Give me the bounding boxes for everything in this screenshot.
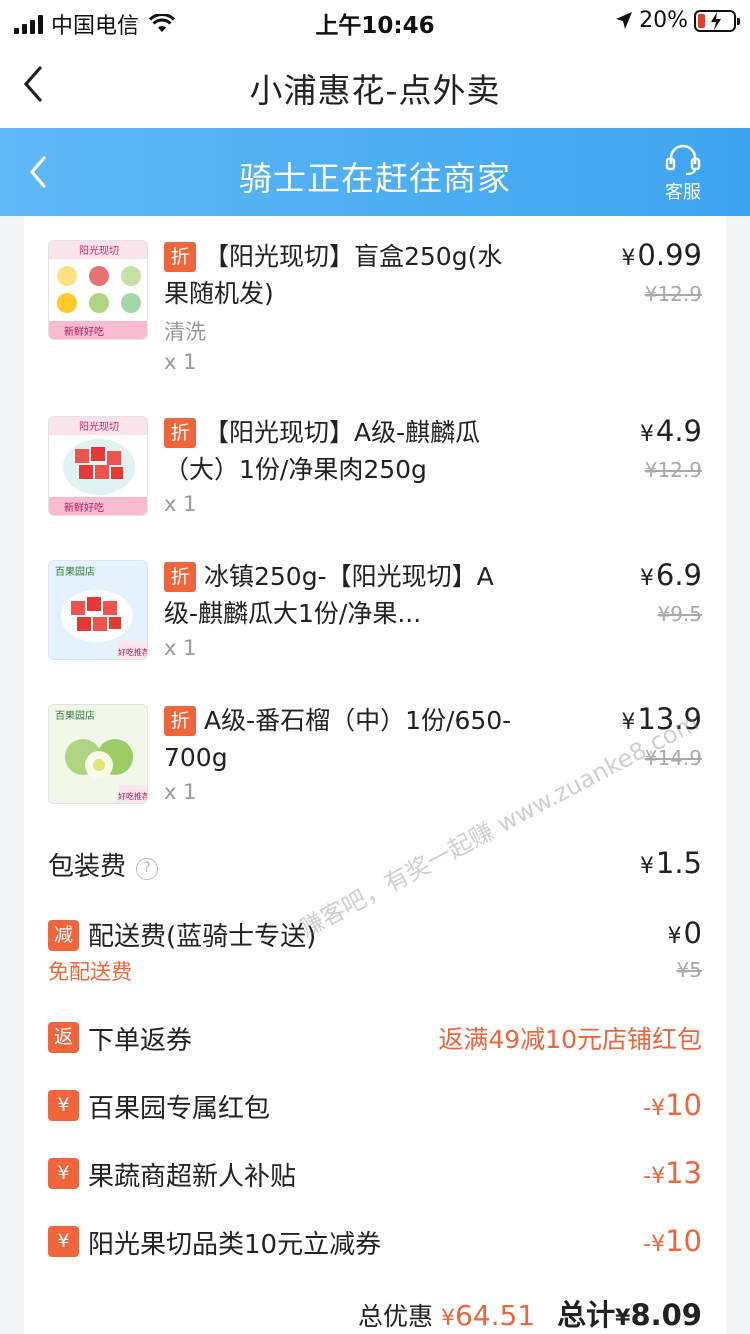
total-value: ¥8.09 <box>615 1298 702 1332</box>
coupon-value: -¥10 <box>643 1088 702 1122</box>
packing-fee-value: ¥1.5 <box>639 846 702 880</box>
yen-badge: ¥ <box>48 1158 79 1189</box>
location-arrow-icon <box>616 11 633 29</box>
coupon-label: 阳光果切品类10元立减券 <box>88 1230 382 1260</box>
total-discount-value: ¥64.51 <box>440 1299 536 1332</box>
packing-fee-row: 包装费? ¥1.5 <box>24 846 726 886</box>
order-item[interactable]: 阳光现切 新鲜好吃 折 【阳光现切】盲盒250g(水果随机发) 清洗 x 1 ¥… <box>24 216 726 374</box>
coupon-label: 果蔬商超新人补贴 <box>88 1162 297 1192</box>
customer-service-button[interactable]: 客服 <box>658 144 708 204</box>
item-orig-price: ¥12.9 <box>644 282 702 306</box>
item-price: ¥4.9 <box>639 414 702 448</box>
item-price: ¥0.99 <box>621 238 702 272</box>
rebate-row: 返 下单返券 返满49减10元店铺红包 <box>24 1020 726 1060</box>
item-thumbnail: 阳光现切 新鲜好吃 <box>48 240 148 340</box>
order-item[interactable]: 阳光现切 新鲜好吃 折 【阳光现切】A级-麒麟瓜（大）1份/净果肉250g x … <box>24 392 726 536</box>
rider-status-bar: 骑士正在赶往商家 客服 <box>0 128 750 216</box>
help-question-icon[interactable]: ? <box>136 858 159 880</box>
coupon-value: -¥13 <box>643 1156 702 1190</box>
reduce-badge: 减 <box>48 920 79 951</box>
item-orig-price: ¥14.9 <box>644 746 702 770</box>
delivery-fee-row: 减 配送费(蓝骑士专送) 免配送费 ¥0 ¥5 <box>24 916 726 996</box>
item-name: A级-番石榴（中）1份/650-700g <box>164 706 512 772</box>
battery-icon <box>694 9 740 32</box>
rebate-label: 下单返券 <box>88 1026 193 1056</box>
item-spec: 清洗 <box>164 320 206 344</box>
page-title: 小浦惠花-点外卖 <box>249 71 501 110</box>
rebate-badge: 返 <box>48 1022 79 1053</box>
item-thumbnail: 阳光现切 新鲜好吃 <box>48 416 148 516</box>
thumb-store-text: 百果园店 <box>55 709 95 722</box>
item-name: 【阳光现切】A级-麒麟瓜（大）1份/净果肉250g <box>164 418 481 484</box>
coupon-row: ¥ 阳光果切品类10元立减券 -¥10 <box>24 1224 726 1264</box>
item-thumbnail: 百果园店 好吃推荐 <box>48 560 148 660</box>
battery-percent: 20% <box>639 8 688 33</box>
item-thumbnail: 百果园店 好吃推荐 <box>48 704 148 804</box>
order-item[interactable]: 百果园店 好吃推荐 折 冰镇250g-【阳光现切】A级-麒麟瓜大1份/净果...… <box>24 536 726 680</box>
coupon-label: 百果园专属红包 <box>88 1094 271 1124</box>
free-delivery-note: 免配送费 <box>48 960 132 984</box>
delivery-fee-orig: ¥5 <box>676 958 702 982</box>
item-name: 【阳光现切】盲盒250g(水果随机发) <box>164 242 503 308</box>
item-orig-price: ¥9.5 <box>657 602 702 626</box>
thumb-store-text: 百果园店 <box>55 565 95 578</box>
coupon-row: ¥ 果蔬商超新人补贴 -¥13 <box>24 1156 726 1196</box>
rebate-value: 返满49减10元店铺红包 <box>438 1025 702 1054</box>
item-qty: x 1 <box>164 350 197 374</box>
delivery-fee-value: ¥0 <box>667 916 702 950</box>
nav-bar: 小浦惠花-点外卖 <box>0 42 750 128</box>
order-item[interactable]: 百果园店 好吃推荐 折 A级-番石榴（中）1份/650-700g x 1 ¥13… <box>24 680 726 824</box>
thumb-brand-text: 阳光现切 <box>79 244 119 257</box>
thumb-slogan-text: 新鲜好吃 <box>64 325 104 338</box>
item-name: 冰镇250g-【阳光现切】A级-麒麟瓜大1份/净果... <box>164 562 494 628</box>
charging-bolt-icon <box>711 11 721 30</box>
item-price: ¥13.9 <box>621 702 702 736</box>
thumb-slogan-text: 新鲜好吃 <box>64 501 104 514</box>
total-discount-label: 总优惠 <box>358 1302 434 1331</box>
thumb-brand-text: 阳光现切 <box>79 420 119 433</box>
thumb-recommend-text: 好吃推荐 <box>118 791 148 801</box>
yen-badge: ¥ <box>48 1090 79 1121</box>
item-qty: x 1 <box>164 780 197 804</box>
item-qty: x 1 <box>164 492 197 516</box>
item-qty: x 1 <box>164 636 197 660</box>
coupon-value: -¥10 <box>643 1224 702 1258</box>
customer-service-label: 客服 <box>665 182 701 203</box>
order-card: 阳光现切 新鲜好吃 折 【阳光现切】盲盒250g(水果随机发) 清洗 x 1 ¥… <box>24 216 726 1334</box>
rider-status-title: 骑士正在赶往商家 <box>239 159 511 198</box>
delivery-fee-label: 配送费(蓝骑士专送) <box>88 922 317 952</box>
status-bar: 中国电信 上午10:46 20% <box>0 0 750 42</box>
headset-icon <box>665 144 701 176</box>
yen-badge: ¥ <box>48 1226 79 1257</box>
thumb-recommend-text: 好吃推荐 <box>118 647 148 657</box>
coupon-row: ¥ 百果园专属红包 -¥10 <box>24 1088 726 1128</box>
item-orig-price: ¥12.9 <box>644 458 702 482</box>
total-label: 总计 <box>557 1298 616 1332</box>
item-price: ¥6.9 <box>639 558 702 592</box>
packing-fee-label: 包装费 <box>48 852 127 882</box>
order-summary: 总优惠 ¥64.51 总计¥8.09 <box>358 1292 702 1334</box>
